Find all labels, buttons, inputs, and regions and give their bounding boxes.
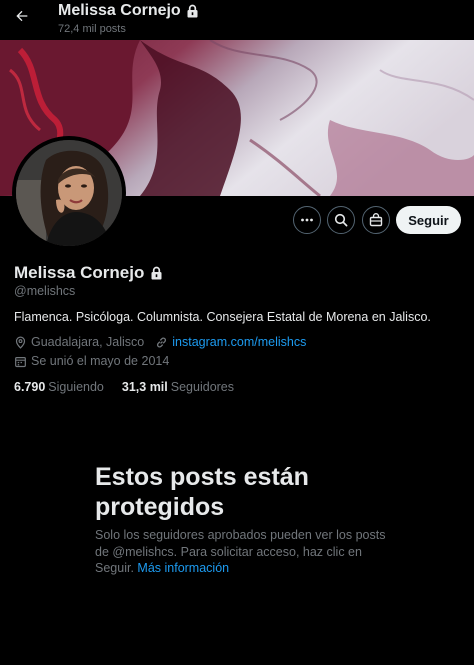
website-item: instagram.com/melishcs <box>155 335 306 349</box>
more-button[interactable] <box>293 206 321 234</box>
location-item: Guadalajara, Jalisco <box>14 335 144 349</box>
following-label: Siguiendo <box>48 380 104 394</box>
header-name: Melissa Cornejo <box>58 2 181 19</box>
followers-label: Seguidores <box>170 380 235 394</box>
protected-body: Solo los seguidores aprobados pueden ver… <box>95 527 395 577</box>
subscribe-icon <box>369 213 383 227</box>
joined-row: Se unió el mayo de 2014 <box>14 354 169 368</box>
lock-icon <box>187 4 198 18</box>
search-button[interactable] <box>327 206 355 234</box>
website-link[interactable]: instagram.com/melishcs <box>172 335 306 349</box>
follow-stats: 6.790 Siguiendo 31,3 mil Seguidores <box>14 380 234 394</box>
learn-more-link[interactable]: Más información <box>137 561 229 575</box>
top-bar: Melissa Cornejo 72,4 mil posts <box>0 0 474 40</box>
following-stat[interactable]: 6.790 Siguiendo <box>14 380 104 394</box>
avatar[interactable] <box>12 136 126 250</box>
header-post-count: 72,4 mil posts <box>58 23 126 35</box>
link-icon <box>157 337 167 347</box>
following-count: 6.790 <box>14 380 46 394</box>
location-icon <box>15 336 26 349</box>
joined-item: Se unió el mayo de 2014 <box>14 354 169 368</box>
followers-stat[interactable]: 31,3 mil Seguidores <box>122 380 234 394</box>
search-icon <box>334 213 348 227</box>
header-title: Melissa Cornejo <box>58 2 199 20</box>
protected-title: Estos posts están protegidos <box>95 463 309 521</box>
back-arrow-icon <box>16 10 28 22</box>
display-name: Melissa Cornejo <box>14 263 145 282</box>
profile-meta-row: Guadalajara, Jalisco instagram.com/melis… <box>14 335 306 349</box>
profile-bio: Flamenca. Psicóloga. Columnista. Conseje… <box>14 310 431 324</box>
location-text: Guadalajara, Jalisco <box>31 335 145 349</box>
profile-handle: @melishcs <box>14 284 76 298</box>
follow-button[interactable]: Seguir <box>396 206 461 234</box>
joined-text: Se unió el mayo de 2014 <box>31 354 170 368</box>
subscribe-button[interactable] <box>362 206 390 234</box>
calendar-icon <box>15 356 26 367</box>
more-icon <box>301 218 313 222</box>
followers-count: 31,3 mil <box>121 380 168 394</box>
lock-icon <box>151 266 162 280</box>
back-button[interactable] <box>10 4 34 28</box>
profile-name: Melissa Cornejo <box>14 263 163 283</box>
